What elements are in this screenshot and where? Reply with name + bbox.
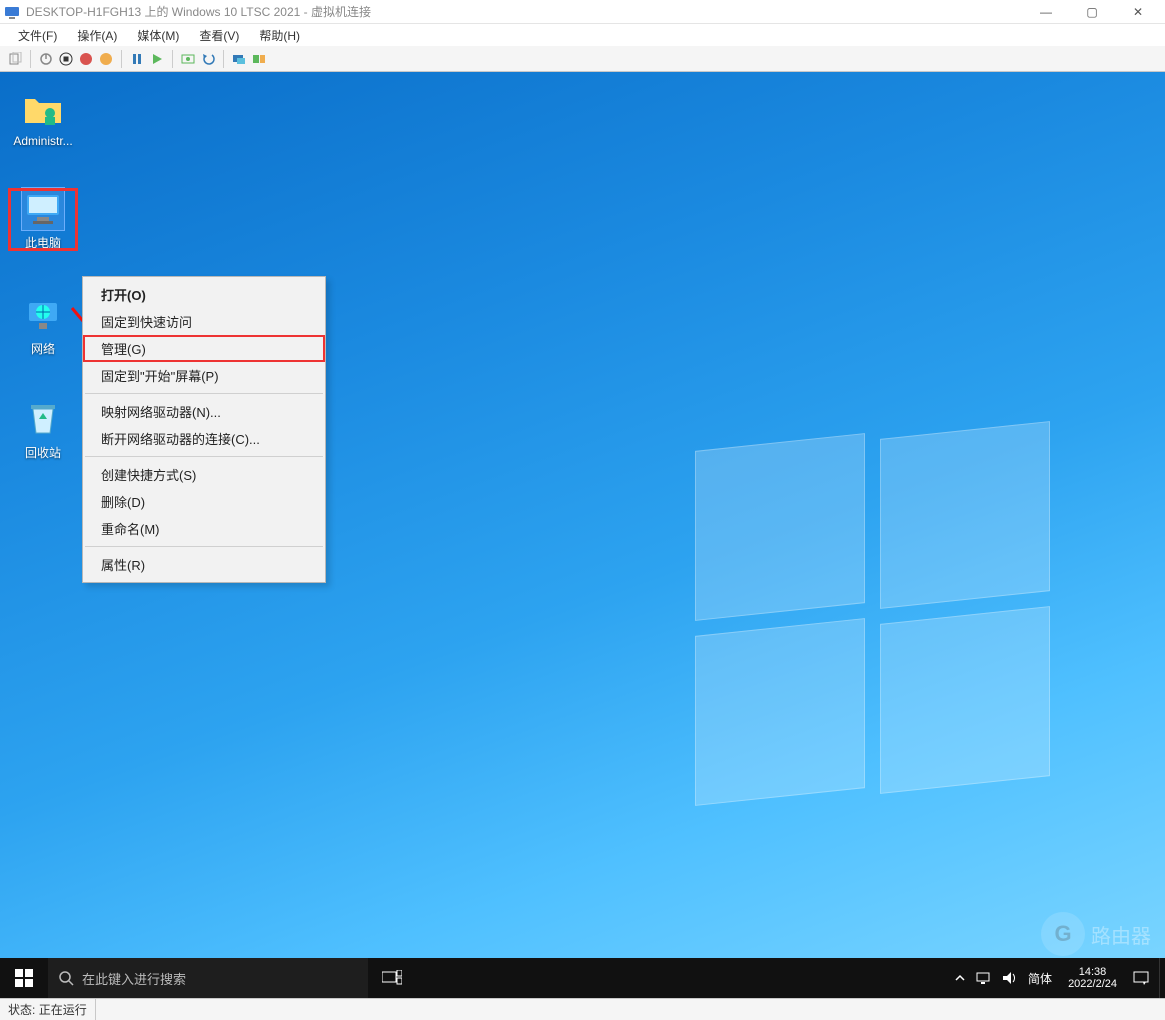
vm-menubar: 文件(F) 操作(A) 媒体(M) 查看(V) 帮助(H) — [0, 24, 1165, 46]
menu-file[interactable]: 文件(F) — [8, 25, 67, 46]
share-icon[interactable] — [250, 50, 268, 68]
action-center-icon — [1133, 971, 1149, 985]
stop-icon[interactable] — [57, 50, 75, 68]
desktop-icon-label: 此电脑 — [8, 234, 78, 251]
task-view-button[interactable] — [368, 958, 416, 998]
guest-desktop[interactable]: Administr... 此电脑 网络 回收站 打开(O — [0, 72, 1165, 998]
toolbar-sep — [172, 50, 173, 68]
recycle-bin-icon — [22, 398, 64, 440]
menu-media[interactable]: 媒体(M) — [127, 25, 189, 46]
start-button[interactable] — [0, 958, 48, 998]
desktop-icon-this-pc[interactable]: 此电脑 — [8, 188, 78, 251]
menu-view[interactable]: 查看(V) — [189, 25, 249, 46]
ctx-pin-quick-access[interactable]: 固定到快速访问 — [83, 308, 325, 335]
show-desktop-button[interactable] — [1159, 958, 1165, 998]
ctx-pin-start[interactable]: 固定到"开始"屏幕(P) — [83, 362, 325, 389]
ctx-properties[interactable]: 属性(R) — [83, 551, 325, 578]
vm-titlebar: DESKTOP-H1FGH13 上的 Windows 10 LTSC 2021 … — [0, 0, 1165, 24]
network-tray-icon — [976, 971, 992, 985]
windows-start-icon — [15, 969, 33, 987]
revert-icon[interactable] — [199, 50, 217, 68]
desktop-icon-administrator[interactable]: Administr... — [8, 88, 78, 148]
ctx-disconnect-drive[interactable]: 断开网络驱动器的连接(C)... — [83, 425, 325, 452]
vm-app-icon — [4, 4, 20, 20]
taskbar: 在此键入进行搜索 简体 14:38 2022/2/24 — [0, 958, 1165, 998]
context-menu-this-pc: 打开(O) 固定到快速访问 管理(G) 固定到"开始"屏幕(P) 映射网络驱动器… — [82, 276, 326, 583]
ctx-separator — [85, 393, 323, 394]
play-icon[interactable] — [148, 50, 166, 68]
taskbar-search[interactable]: 在此键入进行搜索 — [48, 958, 368, 998]
reset-icon[interactable] — [97, 50, 115, 68]
desktop-icon-recycle-bin[interactable]: 回收站 — [8, 398, 78, 461]
watermark-text: 路由器 — [1091, 920, 1151, 949]
ctx-open[interactable]: 打开(O) — [83, 281, 325, 308]
watermark-badge-icon: G — [1041, 912, 1085, 956]
network-icon — [22, 294, 64, 336]
enhanced-session-icon[interactable] — [230, 50, 248, 68]
menu-action[interactable]: 操作(A) — [67, 25, 127, 46]
tray-date: 2022/2/24 — [1068, 978, 1117, 990]
status-label: 状态: — [8, 1001, 35, 1018]
ctx-create-shortcut[interactable]: 创建快捷方式(S) — [83, 461, 325, 488]
minimize-button[interactable]: — — [1023, 0, 1069, 24]
taskbar-spacer — [416, 958, 944, 998]
tray-clock[interactable]: 14:38 2022/2/24 — [1062, 962, 1123, 994]
tray-ime-button[interactable]: 简体 — [1028, 970, 1052, 987]
ctx-manage[interactable]: 管理(G) — [83, 335, 325, 362]
ctx-rename[interactable]: 重命名(M) — [83, 515, 325, 542]
chevron-up-icon — [954, 972, 966, 984]
ctx-separator — [85, 546, 323, 547]
watermark: G 路由器 — [1041, 912, 1151, 956]
tray-action-center-button[interactable] — [1133, 971, 1149, 985]
ctx-separator — [85, 456, 323, 457]
copy-icon[interactable] — [6, 50, 24, 68]
toolbar-sep — [121, 50, 122, 68]
snapshot-icon[interactable] — [179, 50, 197, 68]
vm-statusbar: 状态: 正在运行 — [0, 998, 1165, 1020]
folder-user-icon — [22, 88, 64, 130]
search-icon — [58, 970, 74, 986]
status-value: 正在运行 — [39, 1001, 87, 1018]
tray-network-button[interactable] — [976, 971, 992, 985]
close-button[interactable]: ✕ — [1115, 0, 1161, 24]
ctx-map-drive[interactable]: 映射网络驱动器(N)... — [83, 398, 325, 425]
desktop-icon-label: Administr... — [8, 134, 78, 148]
tray-volume-button[interactable] — [1002, 971, 1018, 985]
desktop-icon-label: 网络 — [8, 340, 78, 357]
vm-toolbar — [0, 46, 1165, 72]
ctx-delete[interactable]: 删除(D) — [83, 488, 325, 515]
system-tray: 简体 14:38 2022/2/24 — [944, 958, 1159, 998]
toolbar-sep — [223, 50, 224, 68]
task-view-icon — [382, 970, 402, 986]
desktop-icon-network[interactable]: 网络 — [8, 294, 78, 357]
maximize-button[interactable]: ▢ — [1069, 0, 1115, 24]
tray-time: 14:38 — [1068, 966, 1117, 978]
power-off-icon[interactable] — [37, 50, 55, 68]
vm-title-text: DESKTOP-H1FGH13 上的 Windows 10 LTSC 2021 … — [26, 3, 1023, 20]
desktop-icon-label: 回收站 — [8, 444, 78, 461]
search-placeholder: 在此键入进行搜索 — [82, 969, 186, 988]
shutdown-icon[interactable] — [77, 50, 95, 68]
toolbar-sep — [30, 50, 31, 68]
computer-icon — [22, 188, 64, 230]
tray-overflow-button[interactable] — [954, 972, 966, 984]
windows-logo-wallpaper — [695, 442, 1055, 802]
volume-icon — [1002, 971, 1018, 985]
pause-icon[interactable] — [128, 50, 146, 68]
menu-help[interactable]: 帮助(H) — [249, 25, 310, 46]
